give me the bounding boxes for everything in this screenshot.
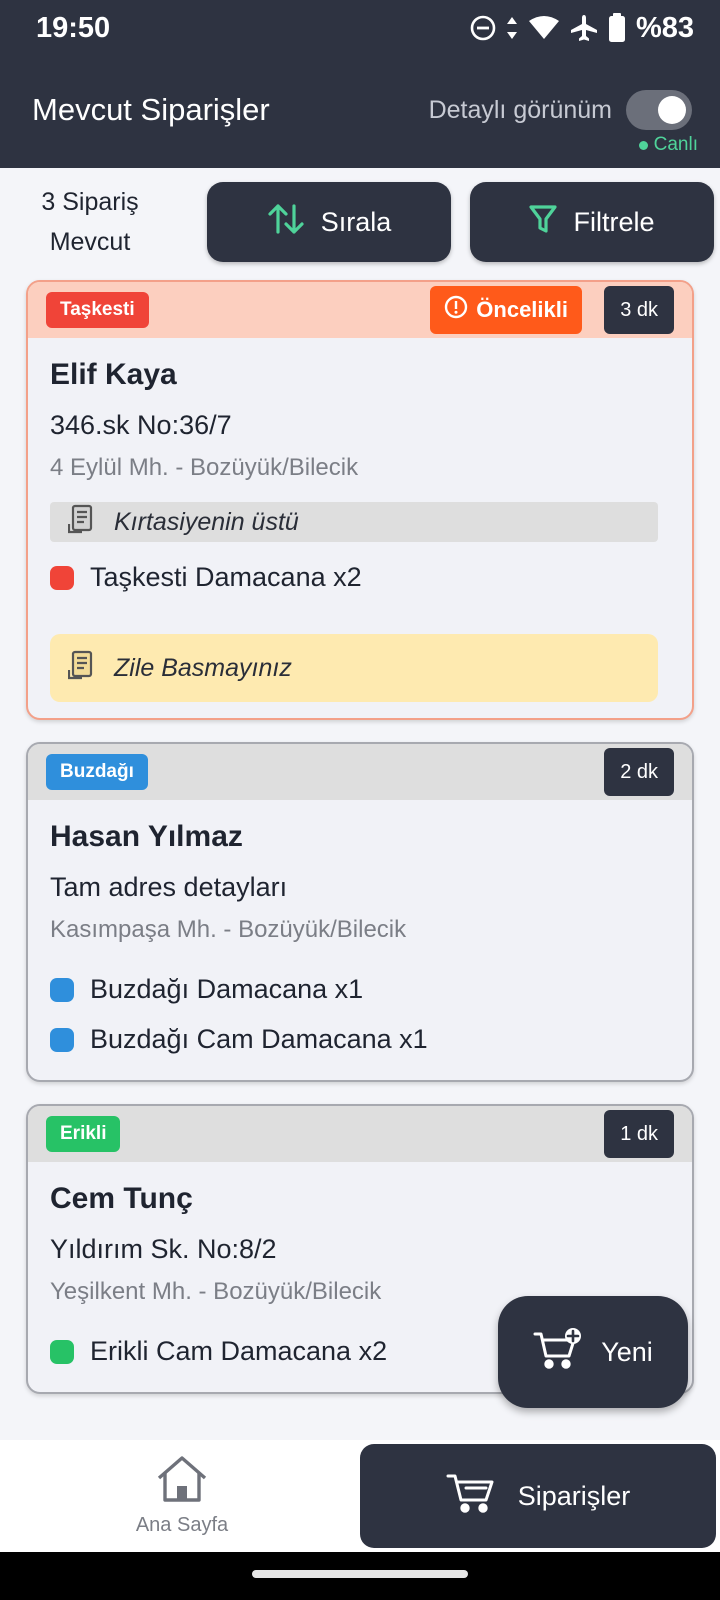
filter-label: Filtrele bbox=[573, 206, 655, 237]
customer-name: Cem Tunç bbox=[50, 1182, 193, 1215]
priority-label: Öncelikli bbox=[476, 297, 568, 322]
order-item: Buzdağı Cam Damacana x1 bbox=[50, 1024, 428, 1055]
data-arrows-icon bbox=[506, 15, 518, 41]
add-to-cart-icon bbox=[533, 1326, 583, 1379]
filter-funnel-icon bbox=[529, 204, 558, 241]
detail-view-label: Detaylı görünüm bbox=[428, 96, 612, 124]
order-count-line2: Mevcut bbox=[49, 228, 131, 256]
elapsed-time-badge: 3 dk bbox=[604, 286, 674, 334]
order-item-label: Taşkesti Damacana x2 bbox=[90, 562, 362, 592]
receipt-icon bbox=[67, 650, 96, 687]
gesture-bar bbox=[0, 1552, 720, 1600]
order-item-label: Buzdağı Damacana x1 bbox=[90, 974, 364, 1004]
brand-badge: Buzdağı bbox=[46, 754, 148, 790]
order-item: Buzdağı Damacana x1 bbox=[50, 974, 363, 1005]
detail-view-toggle[interactable] bbox=[626, 90, 692, 130]
brand-badge: Erikli bbox=[46, 1116, 121, 1152]
order-count: 3 Sipariş Mevcut bbox=[20, 182, 160, 262]
customer-name: Hasan Yılmaz bbox=[50, 820, 243, 853]
order-item-label: Buzdağı Cam Damacana x1 bbox=[90, 1024, 428, 1054]
home-icon bbox=[155, 1454, 209, 1508]
district-address: 4 Eylül Mh. - Bozüyük/Bilecik bbox=[50, 454, 359, 481]
live-label: Canlı bbox=[653, 134, 698, 155]
district-address: Kasımpaşa Mh. - Bozüyük/Bilecik bbox=[50, 916, 407, 943]
address-note-text: Kırtasiyenin üstü bbox=[114, 507, 299, 536]
order-card[interactable]: Taşkesti Öncelikli 3 dk Elif Kaya 346.sk… bbox=[26, 280, 694, 720]
alert-circle-icon bbox=[444, 295, 468, 325]
live-indicator: Canlı bbox=[638, 134, 698, 156]
dnd-icon bbox=[470, 15, 496, 41]
toggle-knob bbox=[658, 96, 686, 124]
address-note: Kırtasiyenin üstü bbox=[50, 502, 658, 542]
app-bar: Mevcut Siparişler Detaylı görünüm Canlı bbox=[0, 58, 720, 168]
airplane-icon bbox=[570, 14, 598, 42]
item-bullet bbox=[50, 565, 74, 590]
cart-icon bbox=[446, 1470, 498, 1523]
order-card-header: Taşkesti Öncelikli 3 dk bbox=[28, 282, 692, 338]
sort-arrows-icon bbox=[267, 202, 305, 243]
nav-home-label: Ana Sayfa bbox=[135, 1514, 229, 1536]
elapsed-time-badge: 1 dk bbox=[604, 1110, 674, 1158]
brand-badge: Taşkesti bbox=[46, 292, 149, 328]
nav-home[interactable]: Ana Sayfa bbox=[122, 1454, 242, 1544]
order-note: Zile Basmayınız bbox=[50, 634, 658, 702]
clock: 19:50 bbox=[36, 12, 111, 44]
battery-percentage: %83 bbox=[635, 11, 694, 44]
home-gesture-handle[interactable] bbox=[252, 1570, 468, 1578]
order-count-line1: 3 Sipariş bbox=[41, 188, 139, 216]
filter-button[interactable]: Filtrele bbox=[470, 182, 714, 262]
district-address: Yeşilkent Mh. - Bozüyük/Bilecik bbox=[50, 1278, 382, 1305]
order-item: Erikli Cam Damacana x2 bbox=[50, 1336, 387, 1367]
elapsed-time-badge: 2 dk bbox=[604, 748, 674, 796]
order-card-header: Buzdağı 2 dk bbox=[28, 744, 692, 800]
priority-badge: Öncelikli bbox=[430, 286, 582, 334]
bottom-navigation: Ana Sayfa Siparişler bbox=[0, 1440, 720, 1552]
wifi-icon bbox=[528, 15, 560, 41]
order-note-text: Zile Basmayınız bbox=[114, 653, 292, 682]
sort-label: Sırala bbox=[320, 206, 392, 237]
item-bullet bbox=[50, 977, 74, 1002]
battery-icon bbox=[608, 13, 626, 43]
new-order-label: Yeni bbox=[601, 1336, 653, 1367]
item-bullet bbox=[50, 1339, 74, 1364]
status-bar: 19:50 %83 bbox=[0, 0, 720, 58]
live-dot-icon bbox=[638, 140, 648, 150]
street-address: Tam adres detayları bbox=[50, 872, 288, 902]
order-card-header: Erikli 1 dk bbox=[28, 1106, 692, 1162]
item-bullet bbox=[50, 1027, 74, 1052]
customer-name: Elif Kaya bbox=[50, 358, 177, 391]
page-title: Mevcut Siparişler bbox=[32, 92, 270, 127]
nav-orders[interactable]: Siparişler bbox=[360, 1444, 716, 1548]
new-order-button[interactable]: Yeni bbox=[498, 1296, 688, 1408]
nav-orders-label: Siparişler bbox=[517, 1480, 631, 1511]
street-address: 346.sk No:36/7 bbox=[50, 410, 232, 440]
order-item: Taşkesti Damacana x2 bbox=[50, 562, 362, 593]
status-icons: %83 bbox=[470, 10, 694, 46]
sort-button[interactable]: Sırala bbox=[207, 182, 451, 262]
order-item-label: Erikli Cam Damacana x2 bbox=[90, 1336, 388, 1366]
receipt-icon bbox=[67, 504, 96, 541]
order-card[interactable]: Buzdağı 2 dk Hasan Yılmaz Tam adres deta… bbox=[26, 742, 694, 1082]
street-address: Yıldırım Sk. No:8/2 bbox=[50, 1234, 277, 1264]
